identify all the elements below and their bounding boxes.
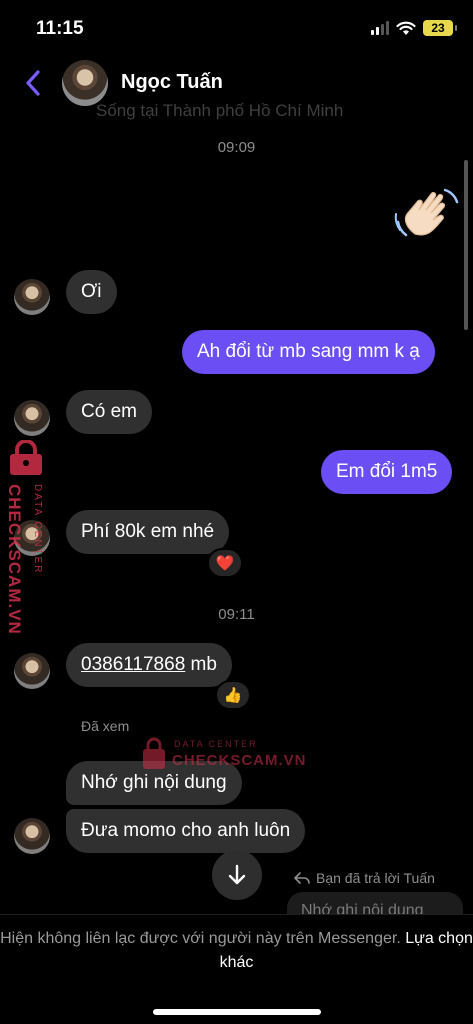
- waving-hand-icon: [394, 188, 459, 237]
- unavailable-notice: Hiện không liên lạc được với người này t…: [0, 927, 473, 975]
- wifi-icon: [396, 21, 416, 35]
- message-outgoing[interactable]: Ah đổi từ mb sang mm k ạ: [182, 330, 435, 374]
- message-outgoing[interactable]: Em đổi 1m5: [321, 450, 453, 494]
- home-indicator[interactable]: [153, 1009, 321, 1015]
- arrow-down-icon: [228, 864, 246, 885]
- lock-icon: [10, 440, 42, 475]
- message-incoming[interactable]: Ơi: [66, 270, 117, 314]
- watermark-brand: CHECKSCAM.VN: [5, 484, 24, 635]
- heart-reaction-icon[interactable]: ❤️: [207, 548, 243, 578]
- contact-avatar[interactable]: [62, 60, 108, 106]
- contact-name[interactable]: Ngọc Tuấn: [121, 71, 223, 94]
- sender-avatar[interactable]: [14, 818, 50, 854]
- back-chevron-icon: [26, 70, 40, 96]
- contact-subtitle: Sống tại Thành phố Hồ Chí Minh: [96, 101, 344, 120]
- reply-label: Bạn đã trả lời Tuấn: [316, 870, 435, 886]
- signal-icon: [371, 21, 389, 35]
- sender-avatar[interactable]: [14, 279, 50, 315]
- watermark-brand: CHECKSCAM.VN: [172, 752, 307, 769]
- watermark-tagline: DATA CENTER: [32, 484, 43, 575]
- status-time: 11:15: [36, 18, 84, 39]
- sender-avatar[interactable]: [14, 653, 50, 689]
- thumbs-up-reaction-icon[interactable]: 👍: [215, 680, 251, 710]
- back-button[interactable]: [18, 66, 48, 100]
- watermark-vertical: CHECKSCAM.VN DATA CENTER: [2, 440, 56, 640]
- message-incoming[interactable]: Phí 80k em nhé: [66, 510, 230, 554]
- message-incoming[interactable]: Có em: [66, 390, 152, 434]
- watermark-tagline: DATA CENTER: [174, 739, 258, 749]
- scroll-down-button[interactable]: [212, 850, 262, 900]
- status-icons: 23: [371, 20, 457, 36]
- reply-arrow-icon: [294, 872, 310, 884]
- notice-text: Hiện không liên lạc được với người này t…: [0, 930, 401, 947]
- status-bar: 11:15 23: [0, 0, 473, 58]
- battery-icon: 23: [423, 20, 457, 36]
- timestamp: 09:11: [218, 606, 255, 623]
- watermark-center: DATA CENTER CHECKSCAM.VN: [142, 736, 306, 776]
- wave-sticker[interactable]: [392, 183, 464, 247]
- reply-context: Bạn đã trả lời Tuấn: [294, 870, 435, 886]
- sender-avatar[interactable]: [14, 400, 50, 436]
- composer-unavailable-footer: Hiện không liên lạc được với người này t…: [0, 914, 473, 1024]
- message-incoming[interactable]: Đưa momo cho anh luôn: [66, 809, 306, 853]
- phone-number-link[interactable]: 0386117868: [81, 654, 185, 675]
- timestamp: 09:09: [217, 139, 256, 156]
- seen-indicator: Đã xem: [81, 718, 130, 734]
- message-incoming[interactable]: 0386117868 mb: [66, 643, 232, 687]
- scrollbar[interactable]: [464, 160, 468, 330]
- lock-icon: [143, 737, 165, 769]
- message-text: mb: [185, 654, 217, 675]
